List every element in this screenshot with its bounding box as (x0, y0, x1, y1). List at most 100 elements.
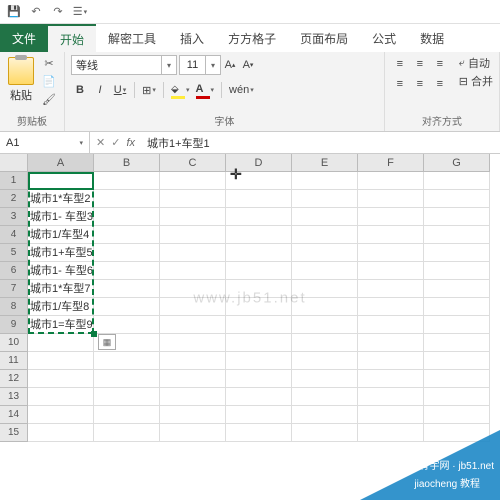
cell[interactable] (424, 208, 490, 226)
cell[interactable] (358, 226, 424, 244)
cell[interactable] (358, 388, 424, 406)
cell[interactable] (292, 424, 358, 442)
cell[interactable] (424, 316, 490, 334)
tab-file[interactable]: 文件 (0, 24, 48, 52)
cell[interactable] (358, 262, 424, 280)
cell[interactable] (424, 280, 490, 298)
copy-button[interactable]: 📄 (40, 73, 58, 89)
cell[interactable] (226, 424, 292, 442)
cell[interactable] (424, 190, 490, 208)
cell[interactable]: 城市1- 车型6 (28, 262, 94, 280)
cell[interactable] (424, 388, 490, 406)
cell[interactable] (424, 370, 490, 388)
cell[interactable] (358, 190, 424, 208)
cell[interactable] (292, 244, 358, 262)
cell[interactable] (160, 190, 226, 208)
tab-home[interactable]: 开始 (48, 24, 96, 52)
cell[interactable] (424, 226, 490, 244)
cell[interactable] (226, 406, 292, 424)
cell[interactable] (292, 172, 358, 190)
cell[interactable] (160, 172, 226, 190)
cell[interactable] (226, 280, 292, 298)
cell[interactable] (292, 262, 358, 280)
cell[interactable] (358, 208, 424, 226)
align-right-button[interactable]: ≡ (431, 75, 449, 93)
cell[interactable] (28, 352, 94, 370)
row-header[interactable]: 12 (0, 370, 28, 388)
cell[interactable] (358, 280, 424, 298)
row-header[interactable]: 9 (0, 316, 28, 334)
cell[interactable]: 城市1+车型1 (28, 172, 94, 190)
bold-button[interactable]: B (71, 81, 89, 99)
tab-insert[interactable]: 插入 (168, 24, 216, 52)
cell[interactable] (358, 352, 424, 370)
cell[interactable] (160, 388, 226, 406)
cell[interactable] (160, 262, 226, 280)
cell[interactable] (94, 172, 160, 190)
cell[interactable] (160, 316, 226, 334)
formula-bar-input[interactable]: 城市1+车型1 (141, 135, 500, 151)
cell[interactable] (160, 334, 226, 352)
cell[interactable] (160, 298, 226, 316)
cell[interactable] (94, 352, 160, 370)
cell[interactable] (292, 334, 358, 352)
cell[interactable] (226, 298, 292, 316)
cell[interactable] (424, 298, 490, 316)
fill-color-button[interactable]: ⬙▾ (169, 81, 192, 99)
undo-icon[interactable]: ↶ (28, 4, 44, 20)
cell[interactable] (358, 316, 424, 334)
row-header[interactable]: 8 (0, 298, 28, 316)
qat-more-icon[interactable]: ☰▾ (72, 4, 88, 20)
autofill-options-button[interactable]: ▦ (98, 334, 116, 350)
col-header-F[interactable]: F (358, 154, 424, 172)
cell[interactable] (424, 172, 490, 190)
cell[interactable] (28, 424, 94, 442)
row-header[interactable]: 2 (0, 190, 28, 208)
cell[interactable] (424, 244, 490, 262)
row-header[interactable]: 6 (0, 262, 28, 280)
format-painter-button[interactable]: 🖌 (40, 91, 58, 107)
cell[interactable] (160, 244, 226, 262)
row-header[interactable]: 15 (0, 424, 28, 442)
row-header[interactable]: 10 (0, 334, 28, 352)
save-icon[interactable]: 💾 (6, 4, 22, 20)
cell[interactable] (424, 262, 490, 280)
cell[interactable] (160, 406, 226, 424)
align-bottom-button[interactable]: ≡ (431, 55, 449, 73)
cell[interactable] (94, 298, 160, 316)
select-all-corner[interactable] (0, 154, 28, 172)
cell[interactable] (28, 370, 94, 388)
wrap-text-button[interactable]: ⤶自动 (459, 55, 493, 71)
confirm-formula-icon[interactable]: ✓ (111, 136, 120, 149)
cell[interactable] (424, 352, 490, 370)
cell[interactable] (226, 244, 292, 262)
cell[interactable] (28, 388, 94, 406)
cell[interactable] (358, 334, 424, 352)
col-header-C[interactable]: C (160, 154, 226, 172)
cell[interactable] (226, 370, 292, 388)
cell[interactable] (94, 370, 160, 388)
cell[interactable] (424, 406, 490, 424)
col-header-B[interactable]: B (94, 154, 160, 172)
cell[interactable]: 城市1/车型8 (28, 298, 94, 316)
fill-handle[interactable] (91, 331, 97, 337)
tab-data[interactable]: 数据 (408, 24, 456, 52)
cell[interactable] (160, 226, 226, 244)
border-button[interactable]: ⊞▾ (140, 81, 158, 99)
redo-icon[interactable]: ↷ (50, 4, 66, 20)
increase-font-button[interactable]: A▴ (221, 56, 239, 74)
cell[interactable] (424, 334, 490, 352)
align-top-button[interactable]: ≡ (391, 55, 409, 73)
merge-cells-button[interactable]: ⊟合并 (459, 73, 493, 89)
row-header[interactable]: 11 (0, 352, 28, 370)
cell[interactable] (226, 190, 292, 208)
phonetic-button[interactable]: wén▾ (227, 81, 256, 99)
cell[interactable] (94, 190, 160, 208)
cell[interactable] (358, 298, 424, 316)
font-name-selector[interactable]: 等线 ▾ (71, 55, 177, 75)
align-center-button[interactable]: ≡ (411, 75, 429, 93)
paste-button[interactable]: 粘贴 (6, 55, 36, 105)
cell[interactable] (94, 208, 160, 226)
cell[interactable] (94, 424, 160, 442)
cell[interactable] (292, 190, 358, 208)
